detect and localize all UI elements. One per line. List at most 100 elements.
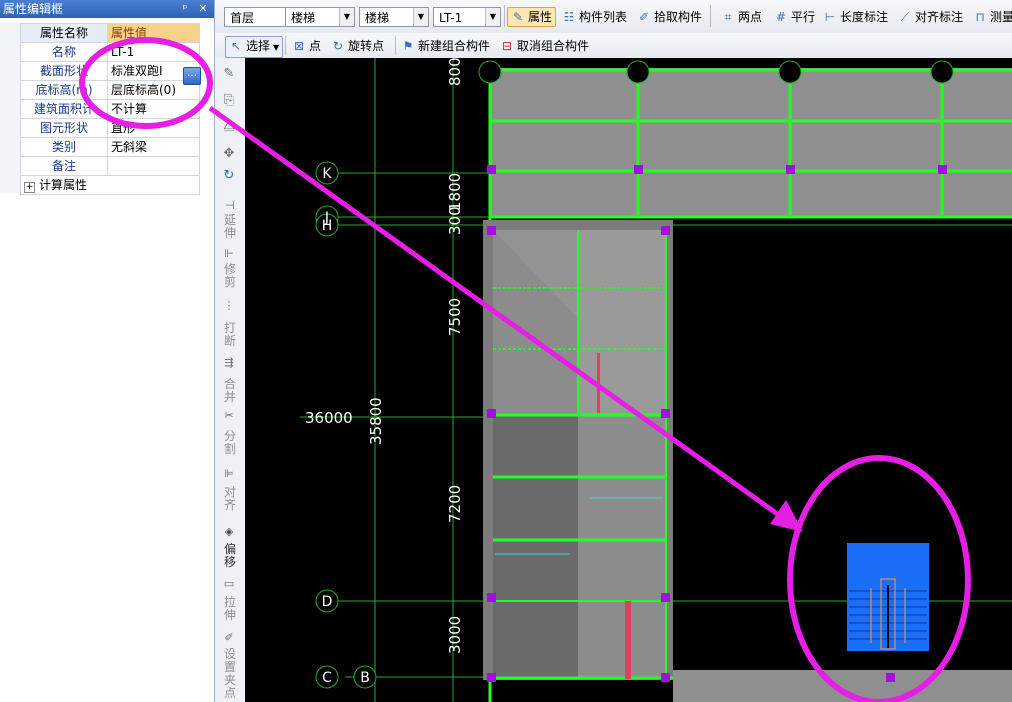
prop-name: 备注 (20, 156, 108, 176)
floor-value: 首层 (230, 11, 255, 25)
merge-icon[interactable]: ⇶ (221, 355, 237, 371)
prop-value[interactable]: LT-1 (107, 42, 200, 62)
calc-row[interactable]: + 计算属性 (20, 175, 200, 195)
axis-label-K: K (322, 166, 332, 182)
vtool-stretch[interactable]: 拉伸 (219, 596, 241, 622)
align-dim-button[interactable]: ⟋ 对齐标注 (898, 8, 963, 26)
prop-value[interactable] (107, 156, 200, 176)
subtype-combo[interactable]: 楼梯 ▼ (359, 7, 429, 27)
new-group-button[interactable]: ⚑ 新建组合构件 (401, 37, 490, 55)
dim-7200: 7200 (446, 485, 464, 523)
vtool-split[interactable]: 分割 (219, 430, 241, 456)
chevron-down-icon[interactable]: ▼ (273, 43, 279, 52)
vtool-merge[interactable]: 合并 (219, 378, 241, 404)
two-point-button[interactable]: ⌗ 两点 (721, 8, 762, 26)
component-list-button[interactable]: ☷ 构件列表 (562, 8, 627, 26)
prop-name: 图元形状 (20, 118, 108, 138)
prop-value[interactable]: 直形 (107, 118, 200, 138)
type-combo[interactable]: 楼梯 ▼ (285, 7, 355, 27)
vtool-trim[interactable]: 修剪 (219, 263, 241, 289)
grip-icon[interactable]: ✐ (221, 630, 237, 646)
prop-row[interactable]: 建筑面积计 不计算 (20, 99, 200, 119)
dim-3000: 3000 (446, 616, 464, 654)
axis-label-B: B (360, 670, 370, 686)
align-dim-icon: ⟋ (900, 10, 910, 24)
component-combo[interactable]: LT-1 ▼ (433, 7, 501, 27)
cancel-group-button[interactable]: ⊟ 取消组合构件 (500, 37, 589, 55)
header-value: 属性值 (107, 23, 200, 43)
dim-800: 800 (446, 58, 464, 86)
chevron-down-icon[interactable]: ▼ (339, 8, 354, 26)
point-button[interactable]: ⊠ 点 (292, 37, 321, 55)
select-button[interactable]: ↖ 选择 ▼ (225, 36, 284, 58)
move-icon[interactable]: ✥ (221, 146, 237, 162)
row-gutter (0, 23, 21, 193)
dim-36000: 36000 (305, 409, 353, 427)
cancel-group-icon: ⊟ (501, 39, 513, 53)
header-name: 属性名称 (20, 23, 108, 43)
stair-icon (847, 543, 929, 651)
component-value: LT-1 (439, 11, 463, 25)
copy-icon[interactable]: ⎘ (221, 93, 237, 109)
trim-icon[interactable]: ⊩ (221, 246, 237, 262)
prop-name: 类别 (20, 137, 108, 157)
rotate-point-button[interactable]: ↻ 旋转点 (331, 37, 384, 55)
property-panel: 属性编辑框 ᵖ ✕ 属性名称 属性值 名称 LT-1 截面形状 标准双跑I 底标高(… (0, 0, 215, 702)
panel-title: 属性编辑框 (3, 2, 64, 16)
point-icon: ⊠ (293, 39, 305, 53)
calc-row-label: 计算属性 (39, 178, 88, 192)
vtool-grip[interactable]: 设置夹点 (219, 648, 241, 700)
chevron-down-icon[interactable]: ▼ (413, 8, 428, 26)
axis-label-D: D (322, 594, 333, 610)
dim-35800: 35800 (367, 397, 385, 445)
prop-name: 底标高(m) (20, 80, 108, 100)
align-icon[interactable]: ⊫ (221, 466, 237, 482)
prop-name: 名称 (20, 42, 108, 62)
length-dim-button[interactable]: ⊢ 长度标注 (823, 8, 888, 26)
vtool-align[interactable]: 对齐 (219, 486, 241, 512)
split-icon[interactable]: ✂ (221, 408, 237, 424)
expand-icon[interactable]: + (24, 182, 35, 193)
prop-row[interactable]: 名称 LT-1 (20, 42, 200, 62)
panel-title-bar: 属性编辑框 ᵖ ✕ (0, 0, 214, 18)
prop-row[interactable]: 图元形状 直形 (20, 118, 200, 138)
break-icon[interactable]: ⋮ (221, 298, 237, 314)
prop-value[interactable]: 不计算 (107, 99, 200, 119)
eyedropper-icon: ✐ (638, 10, 650, 24)
parallel-button[interactable]: # 平行 (774, 8, 815, 26)
pin-icon[interactable]: ᵖ (178, 0, 192, 18)
vtool-break[interactable]: 打断 (219, 322, 241, 348)
chevron-down-icon[interactable]: ▼ (485, 8, 500, 26)
prop-value[interactable]: 无斜梁 (107, 137, 200, 157)
vtool-offset[interactable]: 偏移 (219, 543, 241, 569)
dim-7500: 7500 (446, 298, 464, 336)
prop-row[interactable]: 备注 (20, 156, 200, 176)
length-dim-icon: ⊢ (824, 10, 836, 24)
drawing-canvas[interactable]: K J H D C B 800 300 1800 7500 7200 3000 … (245, 58, 1012, 702)
prop-row[interactable]: 类别 无斜梁 (20, 137, 200, 157)
rotate-icon[interactable]: ↻ (221, 168, 237, 184)
measure-button[interactable]: ⊓ 测量 (973, 8, 1012, 26)
brush-icon[interactable]: ✎ (221, 66, 237, 82)
axis-label-H: H (322, 218, 333, 234)
ellipsis-button[interactable]: … (183, 67, 201, 85)
rotate-icon: ↻ (332, 39, 344, 53)
modify-toolbar: ✎ ⎘ ⧋ ✥ ↻ ⊣ 延伸 ⊩ 修剪 ⋮ 打断 ⇶ 合并 ✂ 分割 ⊫ 对齐 … (215, 58, 246, 702)
prop-row[interactable]: 截面形状 标准双跑I (20, 61, 200, 81)
pick-component-button[interactable]: ✐ 拾取构件 (637, 8, 702, 26)
extend-icon[interactable]: ⊣ (222, 198, 238, 214)
properties-button[interactable]: ✎ 属性 (507, 7, 557, 27)
prop-name: 建筑面积计 (20, 99, 108, 119)
stretch-icon[interactable]: ▭ (221, 576, 237, 592)
cursor-icon: ↖ (230, 39, 242, 53)
prop-row[interactable]: 底标高(m) 层底标高(0) (20, 80, 200, 100)
vtool-extend[interactable]: 延伸 (219, 214, 241, 240)
main-toolbar: 首层 ▼ 楼梯 ▼ 楼梯 ▼ LT-1 ▼ ✎属性 ☷构件列表 ✐拾取构件 ⌗两点 #平… (215, 0, 1012, 34)
parallel-icon: # (775, 10, 787, 24)
list-icon: ☷ (563, 10, 575, 24)
close-icon[interactable]: ✕ (196, 0, 210, 18)
property-table: 属性名称 属性值 名称 LT-1 截面形状 标准双跑I 底标高(m) 层底标高(0) … (20, 23, 200, 195)
offset-icon[interactable]: ◈ (221, 524, 237, 540)
two-point-icon: ⌗ (724, 10, 732, 24)
mirror-icon[interactable]: ⧋ (221, 118, 237, 134)
